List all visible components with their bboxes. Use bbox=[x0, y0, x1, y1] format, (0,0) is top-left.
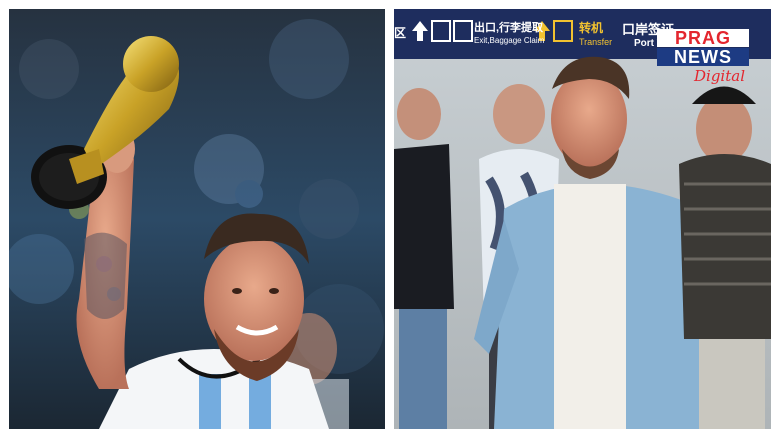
logo-line-prag: PRAG bbox=[657, 29, 749, 47]
sign-left-edge-label: 区 bbox=[394, 26, 407, 40]
sign-exit-label-en: Exit,Baggage Claim bbox=[474, 36, 545, 45]
trophy-celebration-illustration bbox=[9, 9, 385, 429]
logo-line-digital: Digital bbox=[694, 67, 745, 85]
sign-transfer-label-en: Transfer bbox=[579, 37, 613, 47]
prag-news-logo: PRAG NEWS Digital bbox=[657, 29, 749, 99]
left-photo bbox=[9, 9, 385, 429]
sign-exit-label-cn: 出口,行李提取 bbox=[474, 22, 544, 34]
right-photo: 区 出口,行李提取 Exit,Baggage Claim 转机 Transfer… bbox=[394, 9, 771, 429]
logo-line-news: NEWS bbox=[657, 48, 749, 66]
sign-transfer-label-cn: 转机 bbox=[579, 21, 604, 35]
